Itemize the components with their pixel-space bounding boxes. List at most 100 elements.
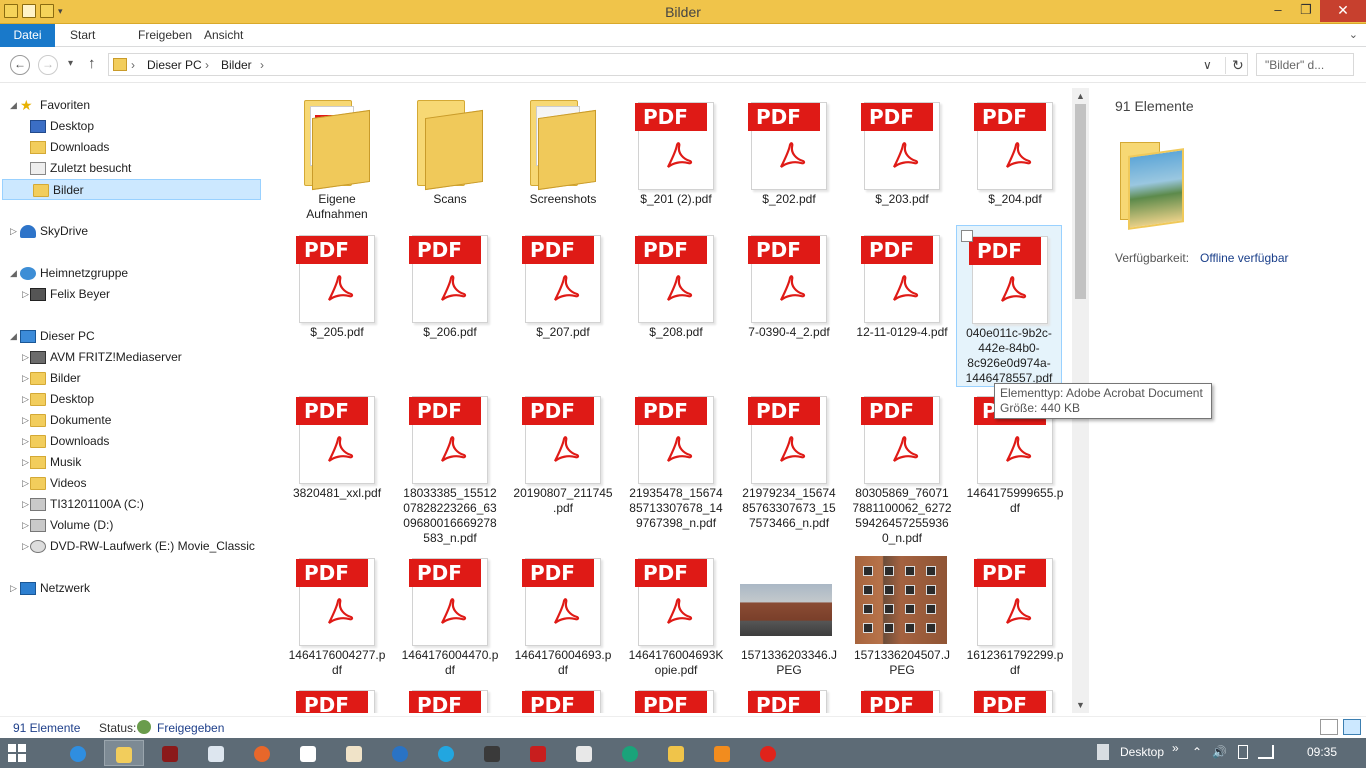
- file-item[interactable]: PDF: [510, 680, 616, 713]
- file-item[interactable]: PDF: [623, 680, 729, 713]
- expand-arrow-icon[interactable]: ▷: [22, 389, 29, 410]
- collapse-arrow-icon[interactable]: ◢: [10, 263, 17, 284]
- file-item[interactable]: PDF: [962, 680, 1068, 713]
- availability-value[interactable]: Offline verfügbar: [1200, 251, 1289, 265]
- file-item[interactable]: PDF $_201 (2).pdf: [623, 92, 729, 207]
- file-explorer-icon[interactable]: [104, 740, 144, 766]
- volume-icon[interactable]: 🔊: [1212, 745, 1227, 759]
- tab-ansicht[interactable]: Ansicht: [192, 24, 255, 47]
- nav-item-netzwerk[interactable]: ▷ Netzwerk: [0, 578, 265, 599]
- nav-item-zuletzt-besucht[interactable]: Zuletzt besucht: [0, 158, 265, 179]
- crumb-separator[interactable]: ›: [205, 58, 209, 72]
- file-item[interactable]: PDF 1464176004277.pdf: [284, 548, 390, 678]
- file-item[interactable]: PDF $_203.pdf: [849, 92, 955, 207]
- large-icons-view-button[interactable]: [1343, 719, 1361, 735]
- selection-checkbox[interactable]: [961, 230, 973, 242]
- file-item[interactable]: PDF: [849, 680, 955, 713]
- crumb-dieser-pc[interactable]: Dieser PC: [147, 58, 202, 72]
- collapse-arrow-icon[interactable]: ◢: [10, 326, 17, 347]
- nav-item-musik[interactable]: ▷ Musik: [0, 452, 265, 473]
- tab-datei[interactable]: Datei: [0, 24, 55, 47]
- show-hidden-icons-icon[interactable]: ⌃: [1192, 745, 1202, 759]
- file-item[interactable]: PDF: [736, 680, 842, 713]
- expand-arrow-icon[interactable]: ▷: [22, 284, 29, 305]
- address-dropdown-icon[interactable]: ∨: [1203, 58, 1212, 72]
- scroll-up-icon[interactable]: ▲: [1072, 88, 1089, 104]
- nav-item-downloads[interactable]: Downloads: [0, 137, 265, 158]
- desktop-toolbar-label[interactable]: Desktop: [1120, 745, 1164, 759]
- minimize-button[interactable]: –: [1264, 0, 1292, 22]
- screen-app-icon[interactable]: [196, 740, 236, 766]
- file-item[interactable]: PDF $_202.pdf: [736, 92, 842, 207]
- amd-icon[interactable]: [518, 740, 558, 766]
- file-item[interactable]: PDF 1612361792299.pdf: [962, 548, 1068, 678]
- file-item[interactable]: 1571336203346.JPEG: [736, 548, 842, 678]
- battery-icon[interactable]: [1238, 745, 1248, 759]
- expand-arrow-icon[interactable]: ▷: [22, 494, 29, 515]
- expand-arrow-icon[interactable]: ▷: [22, 431, 29, 452]
- nav-item-dvd-rw-laufwerk-e-movie-classic[interactable]: ▷ DVD-RW-Laufwerk (E:) Movie_Classic: [0, 536, 265, 557]
- nav-item-skydrive[interactable]: ▷ SkyDrive: [0, 221, 265, 242]
- firefox-icon[interactable]: [242, 740, 282, 766]
- start-button[interactable]: [8, 744, 26, 762]
- file-item[interactable]: PDF $_204.pdf: [962, 92, 1068, 207]
- file-item[interactable]: PDF $_208.pdf: [623, 225, 729, 340]
- collapse-arrow-icon[interactable]: ◢: [10, 95, 17, 116]
- file-item[interactable]: PDF 040e011c-9b2c-442e-84b0-8c926e0d974a-…: [956, 225, 1062, 387]
- nav-item-favoriten[interactable]: ◢ ★ Favoriten: [0, 95, 265, 116]
- details-view-button[interactable]: [1320, 719, 1338, 735]
- cards-game-icon[interactable]: [334, 740, 374, 766]
- close-button[interactable]: ✕: [1320, 0, 1366, 22]
- nav-item-downloads[interactable]: ▷ Downloads: [0, 431, 265, 452]
- file-item[interactable]: PDF 20190807_211745.pdf: [510, 386, 616, 516]
- crumb-separator[interactable]: ›: [260, 58, 264, 72]
- nav-item-avm-fritz-mediaserver[interactable]: ▷ AVM FRITZ!Mediaserver: [0, 347, 265, 368]
- file-item[interactable]: PDF $_205.pdf: [284, 225, 390, 340]
- scrollbar-thumb[interactable]: [1075, 104, 1086, 299]
- back-button[interactable]: ←: [10, 55, 30, 75]
- file-item[interactable]: PDF 3820481_xxl.pdf: [284, 386, 390, 501]
- forward-button[interactable]: →: [38, 55, 58, 75]
- nav-item-ti31201100a-c[interactable]: ▷ TI31201100A (C:): [0, 494, 265, 515]
- file-item[interactable]: PDF 1464176004693Kopie.pdf: [623, 548, 729, 678]
- nav-item-bilder[interactable]: ▷ Bilder: [0, 368, 265, 389]
- nav-item-dieser-pc[interactable]: ◢ Dieser PC: [0, 326, 265, 347]
- media-app-icon[interactable]: [150, 740, 190, 766]
- nav-item-felix-beyer[interactable]: ▷ Felix Beyer: [0, 284, 265, 305]
- expand-arrow-icon[interactable]: ▷: [22, 368, 29, 389]
- tab-start[interactable]: Start: [58, 24, 107, 47]
- crumb-bilder[interactable]: Bilder: [221, 58, 252, 72]
- expand-arrow-icon[interactable]: ▷: [22, 452, 29, 473]
- file-item[interactable]: PDF 1464176004470.pdf: [397, 548, 503, 678]
- file-item[interactable]: Screenshots: [510, 92, 616, 207]
- file-item[interactable]: PDF 80305869_760717881100062_627259426457…: [849, 386, 955, 546]
- nav-item-heimnetzgruppe[interactable]: ◢ Heimnetzgruppe: [0, 263, 265, 284]
- file-item[interactable]: 1571336204507.JPEG: [849, 548, 955, 678]
- skype-icon[interactable]: [426, 740, 466, 766]
- expand-arrow-icon[interactable]: ▷: [10, 578, 17, 599]
- title-bar[interactable]: ▾ Bilder – ❐ ✕: [0, 0, 1366, 24]
- maximize-button[interactable]: ❐: [1292, 0, 1320, 22]
- file-item[interactable]: PDF 12-11-0129-4.pdf: [849, 225, 955, 340]
- refresh-button[interactable]: ↻: [1225, 57, 1244, 74]
- file-item[interactable]: PDF 21979234_1567485763307673_157573466_n…: [736, 386, 842, 531]
- nav-item-desktop[interactable]: Desktop: [0, 116, 265, 137]
- file-item[interactable]: PDF 18033385_1551207828223266_63096800166…: [397, 386, 503, 546]
- expand-arrow-icon[interactable]: ▷: [22, 536, 29, 557]
- pen-app-icon[interactable]: [472, 740, 512, 766]
- expand-arrow-icon[interactable]: ▷: [10, 221, 17, 242]
- file-item[interactable]: PDF 1464176004693.pdf: [510, 548, 616, 678]
- file-item[interactable]: PDF 7-0390-4_2.pdf: [736, 225, 842, 340]
- clock[interactable]: 09:35: [1307, 745, 1337, 759]
- expand-arrow-icon[interactable]: ▷: [22, 347, 29, 368]
- file-item[interactable]: Scans: [397, 92, 503, 207]
- nav-item-dokumente[interactable]: ▷ Dokumente: [0, 410, 265, 431]
- network-app-icon[interactable]: [380, 740, 420, 766]
- tablet-app-icon[interactable]: [564, 740, 604, 766]
- expand-arrow-icon[interactable]: ▷: [22, 515, 29, 536]
- card-app-icon[interactable]: [288, 740, 328, 766]
- green-app-icon[interactable]: [610, 740, 650, 766]
- crumb-separator[interactable]: ›: [131, 58, 135, 72]
- network-status-icon[interactable]: [1258, 745, 1274, 759]
- media-player-icon[interactable]: [702, 740, 742, 766]
